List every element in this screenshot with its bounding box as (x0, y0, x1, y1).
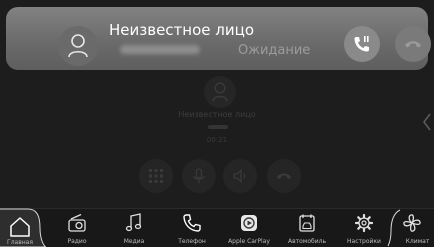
hangup-call-button[interactable] (395, 26, 431, 62)
hold-call-button[interactable] (344, 26, 380, 62)
nav-item-phone[interactable]: Телефон (165, 209, 219, 247)
phone-screen: Неизвестное лицо Ожидание Неизвестное ли… (0, 0, 434, 247)
phone-icon (183, 214, 201, 232)
nav-edge-curve (387, 209, 401, 247)
active-call-panel: Неизвестное лицо 00:21 (0, 70, 434, 210)
call-timer: 00:21 (206, 136, 228, 144)
phone-pause-icon (354, 36, 369, 52)
keypad-button[interactable] (139, 159, 173, 193)
nav-label-home: Главная (7, 239, 33, 246)
call-status: Ожидание (238, 43, 311, 58)
carplay-icon (241, 215, 257, 231)
nav-item-carplay[interactable]: Apple CarPlay (222, 209, 276, 247)
nav-item-climate[interactable]: Климат (385, 209, 434, 247)
nav-label-climate: Климат (405, 238, 430, 245)
microphone-icon (193, 168, 205, 183)
gear-icon (354, 213, 374, 233)
nav-item-home[interactable]: Главная (0, 208, 46, 247)
person-icon (212, 82, 228, 102)
nav-label-phone: Телефон (178, 238, 206, 245)
nav-item-radio[interactable]: Радио (50, 209, 104, 247)
nav-label-radio: Радио (67, 238, 87, 245)
active-caller-number-redacted (208, 125, 228, 129)
fan-icon (403, 214, 421, 232)
speaker-icon (233, 169, 246, 183)
nav-label-settings: Настройки (347, 238, 381, 245)
nav-item-settings[interactable]: Настройки (337, 209, 391, 247)
nav-label-media: Медиа (123, 238, 145, 245)
end-active-call-button[interactable] (267, 159, 301, 193)
car-info-icon (299, 214, 315, 232)
keypad-icon (149, 169, 163, 183)
side-panel-arrow-icon[interactable] (422, 113, 432, 131)
mute-button[interactable] (182, 159, 216, 193)
nav-label-carplay: Apple CarPlay (228, 238, 270, 245)
person-icon (68, 34, 88, 58)
caller-number-redacted (120, 45, 200, 54)
phone-hangup-icon (276, 173, 292, 180)
radio-icon (68, 213, 86, 232)
caller-name: Неизвестное лицо (109, 21, 254, 39)
active-caller-avatar (204, 76, 236, 108)
nav-label-vehicle: Автомобиль (288, 238, 326, 245)
nav-item-media[interactable]: Медиа (107, 209, 161, 247)
phone-hangup-icon (405, 41, 421, 48)
caller-avatar (58, 26, 98, 66)
bottom-nav-bar: Главная Радио Медиа Телефон Apple CarPla… (0, 208, 434, 247)
speaker-button[interactable] (223, 159, 257, 193)
active-caller-name: Неизвестное лицо (178, 110, 256, 119)
nav-item-vehicle[interactable]: Автомобиль (280, 209, 334, 247)
incoming-call-banner[interactable]: Неизвестное лицо Ожидание (6, 7, 431, 70)
music-note-icon (125, 213, 142, 232)
